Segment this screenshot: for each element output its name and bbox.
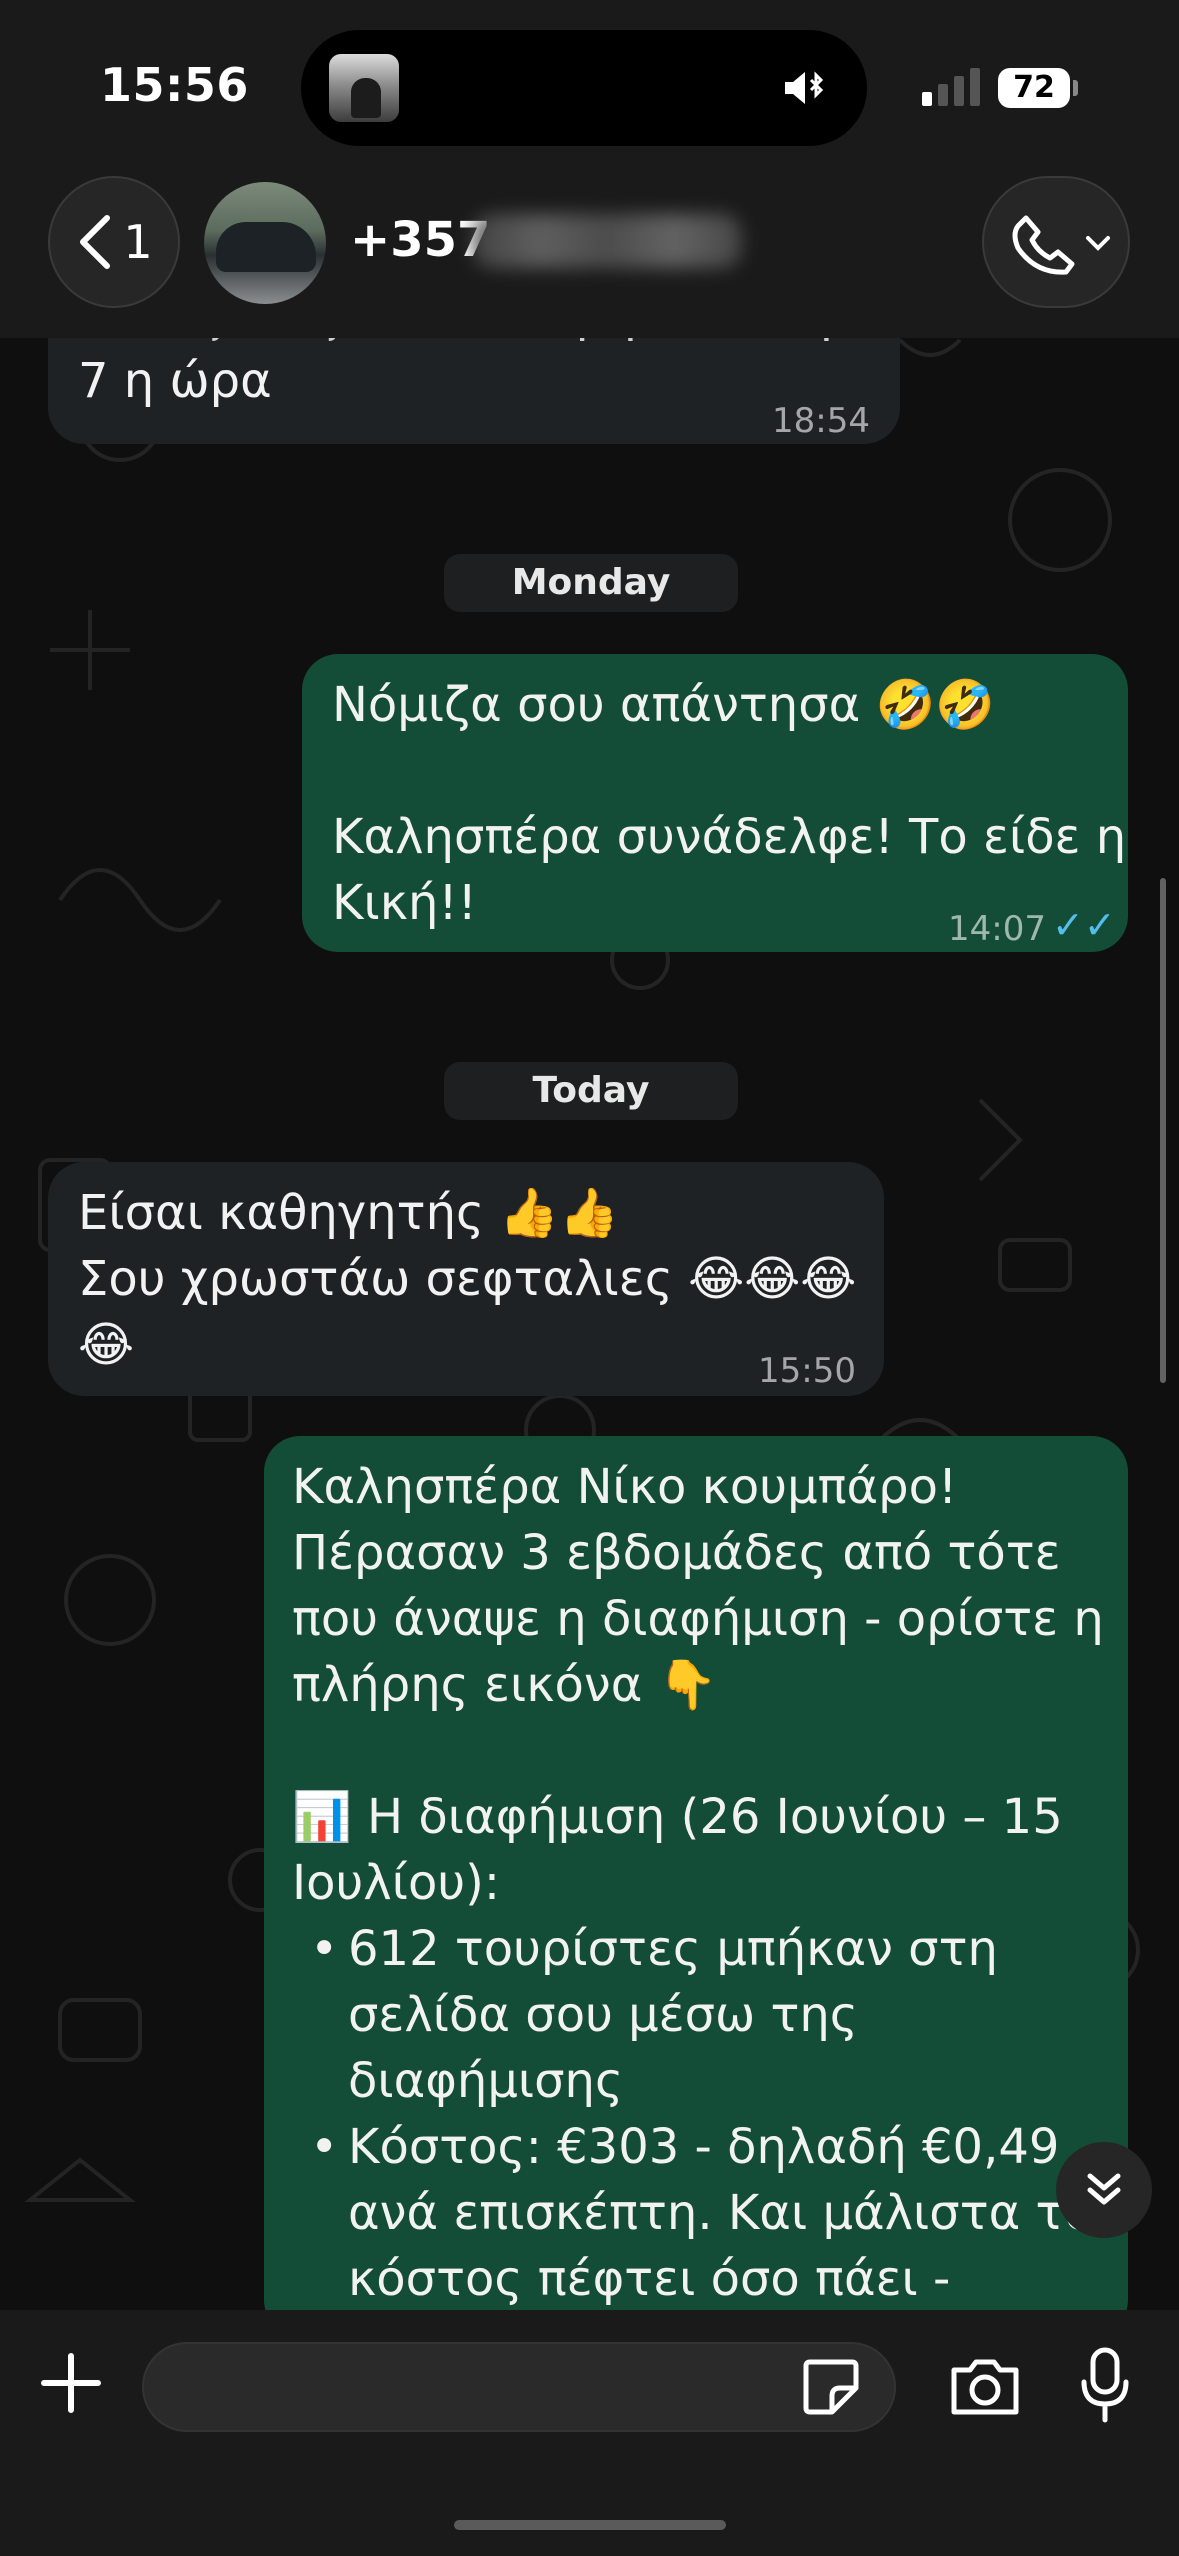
- date-separator: Monday: [444, 554, 738, 612]
- message-text-line: Ιουλίου):: [292, 1855, 500, 1911]
- message-text-line: Σου χρωστάω σεφταλιες 😂😂😂: [78, 1251, 857, 1307]
- message-text-line: κόστος πέφτει όσο πάει -: [348, 2251, 951, 2307]
- speaker-muted-icon: [785, 71, 824, 104]
- message-text-line: [292, 1718, 1104, 1784]
- plus-icon[interactable]: [38, 2350, 104, 2416]
- unread-count: 1: [123, 215, 153, 269]
- message-text-line: 📊 Η διαφήμιση (26 Ιουνίου – 15: [292, 1789, 1063, 1845]
- message-text-line: Καλησπέρα Νίκο κουμπάρο!: [292, 1459, 958, 1515]
- message-bubble-outgoing[interactable]: Νόμιζα σου απάντησα 🤣🤣 Καλησπέρα συνάδελ…: [302, 654, 1128, 952]
- double-chevron-down-icon: [1087, 2173, 1121, 2205]
- message-time: 15:50: [758, 1351, 856, 1391]
- message-text-line: που άναψε η διαφήμιση - ορίστε η: [292, 1591, 1104, 1647]
- read-receipt-icon: ✓✓: [1052, 903, 1116, 947]
- sticker-icon[interactable]: [800, 2356, 862, 2418]
- chevron-left-icon: [80, 215, 111, 269]
- message-text-line: πλήρης εικόνα 👇: [292, 1657, 718, 1713]
- redacted-phone-number: [472, 214, 742, 268]
- home-indicator[interactable]: [454, 2520, 726, 2530]
- bullet-list: 612 τουρίστες μπήκαν στη σελίδα σου μέσω…: [292, 1916, 1104, 2312]
- camera-icon[interactable]: [948, 2354, 1022, 2418]
- cellular-signal-icon: [922, 68, 980, 106]
- avatar-photo: [216, 222, 316, 272]
- message-text-line: Είσαι καθηγητής 👍👍: [78, 1185, 619, 1241]
- message-text-line: διαφήμισης: [348, 2053, 624, 2109]
- chat-header: 15:56 72 1 +357: [0, 0, 1179, 338]
- scrollbar[interactable]: [1160, 878, 1166, 1383]
- message-text-line: Πέρασαν 3 εβδομάδες από τότε: [292, 1525, 1061, 1581]
- message-bubble-outgoing[interactable]: Καλησπέρα Νίκο κουμπάρο! Πέρασαν 3 εβδομ…: [264, 1436, 1128, 2336]
- contact-name[interactable]: +357: [350, 212, 490, 268]
- message-text-line: ανά επισκέπτη. Και μάλιστα το: [348, 2185, 1094, 2241]
- call-button[interactable]: [982, 176, 1130, 308]
- message-text-line: Καλησπέρα συνάδελφε! Το είδε η: [332, 809, 1127, 865]
- message-input[interactable]: [142, 2342, 896, 2432]
- message-time: 18:54: [772, 401, 870, 441]
- now-playing-thumbnail: [329, 54, 399, 122]
- message-text-line: Νόμιζα σου απάντησα 🤣🤣: [332, 677, 996, 733]
- message-text-line: 😂: [78, 1317, 135, 1373]
- dynamic-island[interactable]: [301, 30, 867, 146]
- phone-icon: [1012, 215, 1075, 275]
- message-text-line: [332, 738, 1126, 804]
- message-text-line: σελίδα σου μέσω της: [348, 1987, 858, 2043]
- contact-avatar[interactable]: [204, 182, 326, 304]
- bullet-item: 612 τουρίστες μπήκαν στη σελίδα σου μέσω…: [292, 1916, 1104, 2114]
- message-text-line: Κόστος: €303 - δηλαδή €0,49: [348, 2119, 1060, 2175]
- bullet-item: Κόστος: €303 - δηλαδή €0,49 ανά επισκέπτ…: [292, 2114, 1104, 2312]
- battery-indicator: 72: [998, 68, 1078, 108]
- message-time: 14:07: [948, 909, 1046, 949]
- chevron-down-icon: [1086, 236, 1110, 251]
- status-time: 15:56: [100, 58, 249, 112]
- message-bubble-incoming[interactable]: Είσαι καθηγητής 👍👍 Σου χρωστάω σεφταλιες…: [48, 1162, 884, 1396]
- message-text-line: 612 τουρίστες μπήκαν στη: [348, 1921, 998, 1977]
- message-composer: [0, 2310, 1179, 2556]
- date-separator: Today: [444, 1062, 738, 1120]
- microphone-icon[interactable]: [1080, 2346, 1130, 2424]
- scroll-to-bottom-button[interactable]: [1056, 2142, 1152, 2238]
- back-button[interactable]: 1: [48, 176, 180, 308]
